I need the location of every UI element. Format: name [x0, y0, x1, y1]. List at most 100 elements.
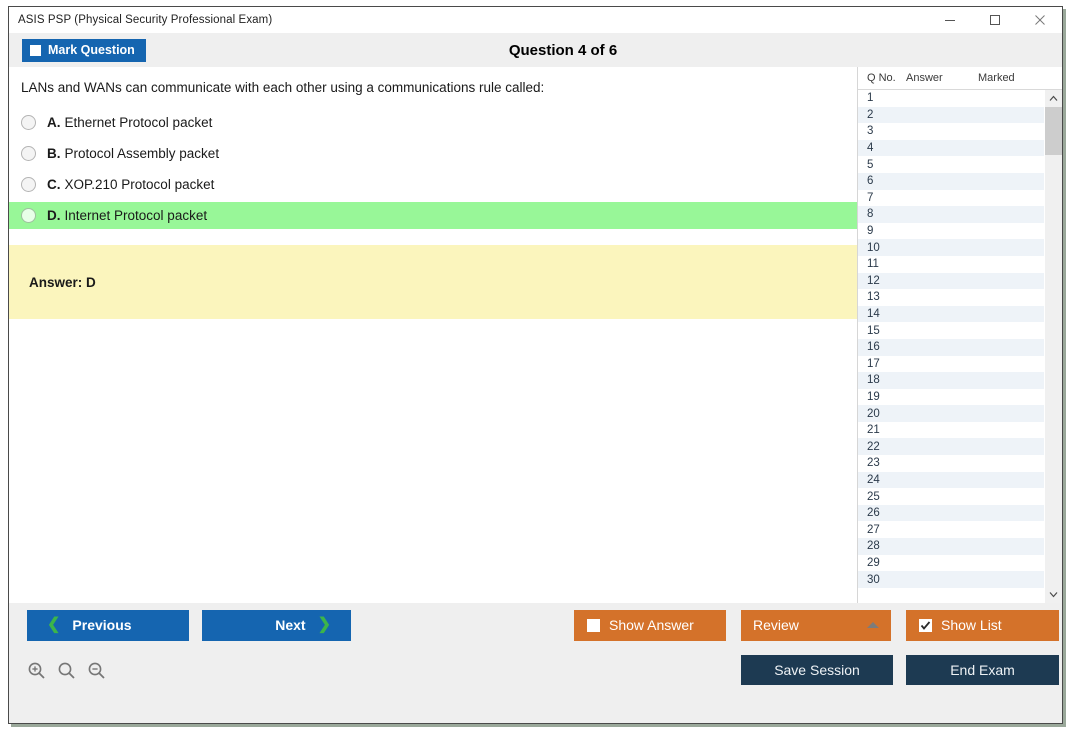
question-list-row[interactable]: 3 [858, 123, 1044, 140]
maximize-icon[interactable] [972, 7, 1017, 32]
zoom-in-icon[interactable] [27, 661, 46, 680]
show-list-checkbox-icon [919, 618, 932, 632]
question-list-row[interactable]: 18 [858, 372, 1044, 389]
question-list-row[interactable]: 19 [858, 389, 1044, 406]
question-list-cell-qno: 5 [867, 158, 874, 171]
app-root: ASIS PSP (Physical Security Professional… [0, 0, 1075, 735]
question-list-row[interactable]: 10 [858, 239, 1044, 256]
window-titlebar: ASIS PSP (Physical Security Professional… [9, 7, 1062, 33]
question-list-row[interactable]: 9 [858, 223, 1044, 240]
question-list-cell-qno: 27 [867, 523, 880, 536]
footer-primary-row: ❮ Previous Next ❯ Show Answer Review Sho… [9, 603, 1062, 647]
question-list-cell-qno: 16 [867, 341, 880, 354]
question-list-row[interactable]: 29 [858, 555, 1044, 572]
question-list-cell-qno: 15 [867, 324, 880, 337]
question-list-cell-qno: 18 [867, 374, 880, 387]
scroll-up-icon[interactable] [1045, 90, 1062, 107]
show-answer-checkbox-icon [587, 618, 600, 632]
mark-question-button[interactable]: Mark Question [22, 38, 146, 62]
question-list-cell-qno: 14 [867, 308, 880, 321]
scrollbar-thumb[interactable] [1045, 107, 1062, 155]
question-list-row[interactable]: 4 [858, 139, 1044, 157]
answer-options-list: A. Ethernet Protocol packet B. Protocol Ass… [9, 109, 857, 229]
question-list-row[interactable]: 28 [858, 538, 1044, 555]
question-counter-title: Question 4 of 6 [508, 41, 618, 59]
question-text: LANs and WANs can communicate with each … [21, 80, 545, 95]
end-exam-label: End Exam [950, 662, 1015, 678]
question-list-row[interactable]: 25 [858, 488, 1044, 505]
end-exam-button[interactable]: End Exam [906, 655, 1059, 685]
question-list-row[interactable]: 15 [858, 322, 1044, 339]
answer-option-letter: A. [47, 115, 61, 130]
review-dropdown[interactable]: Review [741, 609, 891, 641]
question-list-row[interactable]: 14 [858, 305, 1044, 323]
question-list-cell-qno: 4 [867, 142, 874, 155]
radio-button-icon[interactable] [21, 146, 36, 161]
question-list-row[interactable]: 7 [858, 190, 1044, 207]
answer-option-letter: D. [47, 208, 61, 223]
show-answer-label: Show Answer [609, 617, 694, 633]
answer-reveal-text: Answer: D [29, 274, 96, 290]
question-list-row[interactable]: 13 [858, 289, 1044, 306]
previous-button-label: Previous [72, 617, 132, 633]
question-list-row[interactable]: 24 [858, 471, 1044, 489]
minimize-icon[interactable] [927, 7, 972, 32]
question-list-cell-qno: 11 [867, 258, 879, 271]
question-list-cell-qno: 19 [867, 390, 880, 403]
answer-option-c[interactable]: C. XOP.210 Protocol packet [9, 171, 857, 198]
question-list-row[interactable]: 23 [858, 455, 1044, 472]
column-header-answer: Answer [906, 72, 943, 84]
exam-body: LANs and WANs can communicate with each … [9, 67, 1062, 603]
show-answer-toggle[interactable]: Show Answer [574, 609, 726, 641]
chevron-up-icon [867, 622, 879, 628]
window-controls [927, 7, 1062, 32]
question-list-row[interactable]: 17 [858, 356, 1044, 373]
exam-footer: ❮ Previous Next ❯ Show Answer Review Sho… [9, 603, 1062, 723]
answer-option-a[interactable]: A. Ethernet Protocol packet [9, 109, 857, 136]
show-list-toggle[interactable]: Show List [906, 609, 1059, 641]
question-list-cell-qno: 1 [867, 92, 874, 105]
answer-option-text: Internet Protocol packet [64, 208, 208, 223]
radio-button-icon[interactable] [21, 208, 36, 223]
question-list-row[interactable]: 27 [858, 521, 1044, 538]
question-list-row[interactable]: 6 [858, 172, 1044, 190]
question-list-cell-qno: 28 [867, 540, 880, 553]
scroll-down-icon[interactable] [1045, 586, 1062, 603]
footer-secondary-row: Save Session End Exam [9, 647, 1062, 693]
question-list-row[interactable]: 11 [858, 256, 1044, 273]
answer-option-b[interactable]: B. Protocol Assembly packet [9, 140, 857, 167]
mark-question-label: Mark Question [48, 43, 135, 57]
question-list-row[interactable]: 1 [858, 90, 1044, 107]
next-button-label: Next [275, 617, 306, 633]
question-list-row[interactable]: 8 [858, 206, 1044, 223]
question-list-cell-qno: 21 [867, 424, 880, 437]
zoom-out-icon[interactable] [87, 661, 106, 680]
question-list-row[interactable]: 21 [858, 422, 1044, 439]
question-list-row[interactable]: 22 [858, 438, 1044, 456]
question-list-cell-qno: 8 [867, 208, 874, 221]
answer-option-text: Protocol Assembly packet [64, 146, 220, 161]
question-list-row[interactable]: 26 [858, 504, 1044, 522]
radio-button-icon[interactable] [21, 115, 36, 130]
previous-button[interactable]: ❮ Previous [27, 609, 189, 641]
question-list-cell-qno: 23 [867, 457, 880, 470]
answer-option-d[interactable]: D. Internet Protocol packet [9, 202, 857, 229]
question-list-row[interactable]: 20 [858, 405, 1044, 422]
question-list-row[interactable]: 2 [858, 106, 1044, 124]
question-list-cell-qno: 10 [867, 241, 880, 254]
zoom-controls [27, 661, 106, 680]
question-list-row[interactable]: 16 [858, 338, 1044, 356]
radio-button-icon[interactable] [21, 177, 36, 192]
zoom-reset-icon[interactable] [57, 661, 76, 680]
chevron-left-icon: ❮ [47, 616, 61, 633]
answer-option-text: XOP.210 Protocol packet [64, 177, 215, 192]
next-button[interactable]: Next ❯ [202, 609, 351, 641]
question-list-cell-qno: 3 [867, 125, 874, 138]
question-list-row[interactable]: 30 [858, 571, 1044, 588]
save-session-label: Save Session [774, 662, 860, 678]
question-list-row[interactable]: 5 [858, 156, 1044, 173]
question-list-scrollbar[interactable] [1044, 90, 1062, 603]
question-list-row[interactable]: 12 [858, 272, 1044, 290]
save-session-button[interactable]: Save Session [741, 655, 893, 685]
close-icon[interactable] [1017, 7, 1062, 32]
